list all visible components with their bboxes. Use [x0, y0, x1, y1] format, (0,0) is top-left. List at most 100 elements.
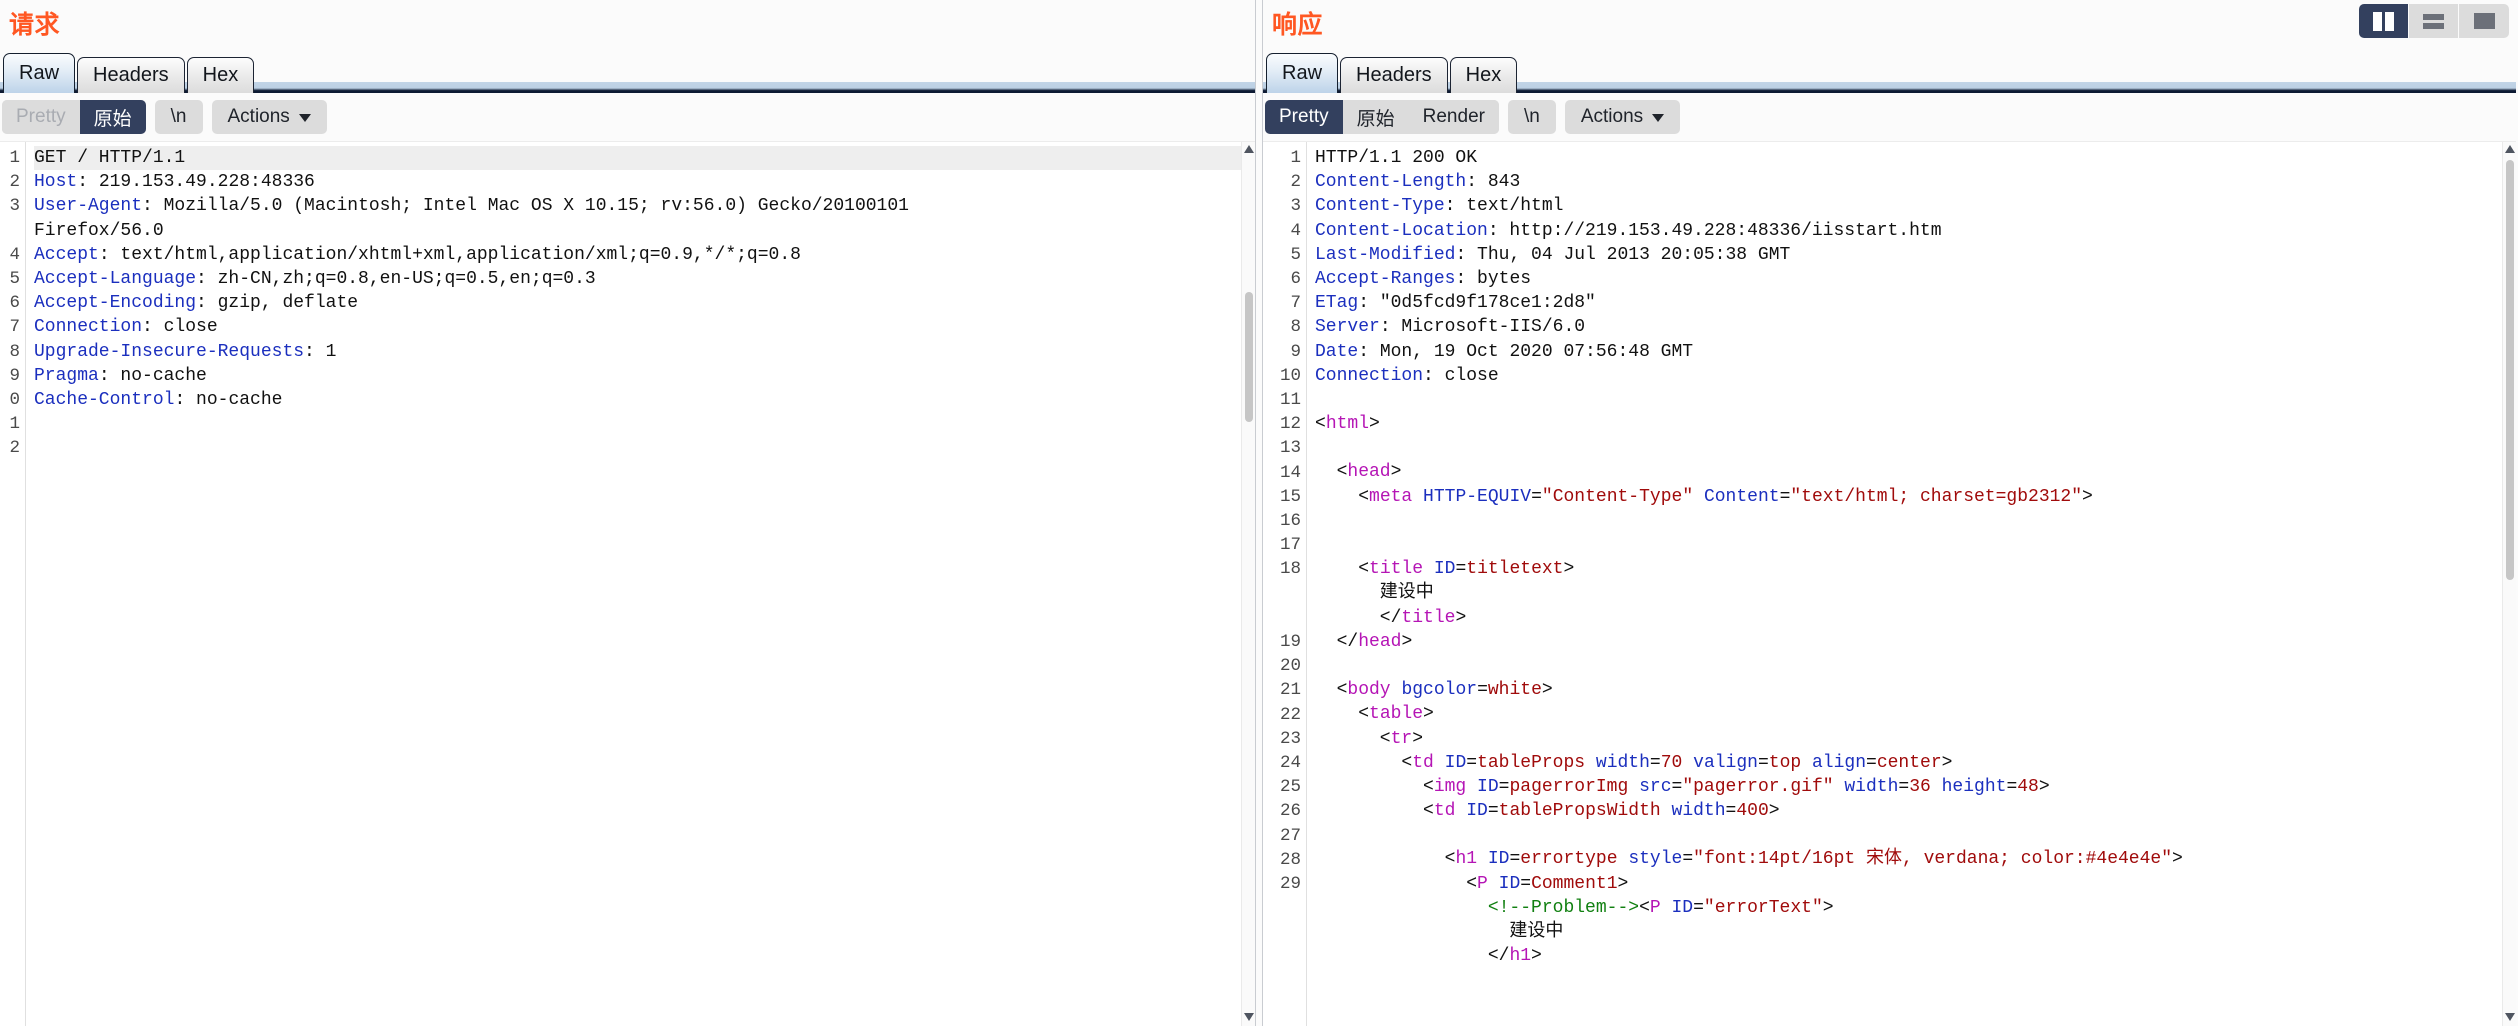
request-editor[interactable]: 123 456789012 GET / HTTP/1.1 Host: 219.15… — [0, 141, 1255, 1026]
line-number: 9 — [1290, 341, 1301, 362]
code-token-tag: html — [1325, 414, 1370, 435]
code-token-attr: style — [1628, 849, 1683, 870]
code-token-tag: tr — [1390, 728, 1413, 749]
line-number — [1265, 606, 1301, 630]
code-line: Server: Microsoft-IIS/6.0 — [1315, 315, 2516, 339]
request-tab-headers[interactable]: Headers — [77, 57, 185, 93]
code-token-hdr: Upgrade-Insecure-Requests — [34, 341, 305, 362]
line-number: 16 — [1279, 511, 1301, 532]
code-token-txt: < — [1315, 873, 1478, 894]
line-number — [1265, 896, 1301, 920]
code-token-txt: : text/html,application/xhtml+xml,applic… — [98, 244, 801, 265]
response-newline-button[interactable]: \n — [1507, 100, 1556, 134]
code-token-txt: = — [1466, 752, 1478, 773]
scroll-up-icon[interactable] — [1244, 145, 1254, 155]
code-token-txt: 建设中 — [1315, 922, 1564, 942]
code-token-txt: = — [1531, 486, 1542, 507]
code-line: </h1> — [1315, 944, 2516, 968]
code-token-tag: td — [1412, 752, 1434, 773]
code-token-txt: > — [2038, 776, 2050, 797]
code-line: Upgrade-Insecure-Requests: 1 — [34, 340, 1255, 364]
line-number: 4 — [1290, 220, 1301, 241]
code-token-val: 400 — [1736, 801, 1769, 822]
line-number: 5 — [9, 269, 20, 290]
code-token-txt: > — [1563, 559, 1575, 580]
vertical-split-icon — [2373, 11, 2394, 31]
response-tab-headers[interactable]: Headers — [1340, 57, 1448, 93]
response-scroll-thumb[interactable] — [2506, 160, 2514, 580]
code-token-txt: : Mozilla/5.0 (Macintosh; Intel Mac OS X… — [142, 196, 909, 217]
code-token-txt: : no-cache — [174, 389, 283, 410]
request-view-toolbar: Pretty 原始 \n Actions — [0, 93, 1255, 141]
code-token-attr: Content — [1703, 486, 1780, 507]
scroll-up-icon[interactable] — [2505, 145, 2515, 155]
code-line: Connection: close — [34, 315, 1255, 339]
line-number: 14 — [1279, 462, 1301, 483]
code-token-txt: : "0d5fcd9f178ce1:2d8" — [1358, 293, 1596, 314]
chevron-down-icon — [1652, 114, 1665, 122]
code-token-txt: < — [1315, 559, 1370, 580]
code-line: Connection: close — [1315, 364, 2516, 388]
line-number: 2 — [1290, 172, 1301, 193]
request-view-mode-1[interactable]: 原始 — [79, 100, 146, 134]
response-view-mode-0[interactable]: Pretty — [1265, 100, 1343, 134]
line-number: 9 — [9, 365, 20, 386]
response-view-mode-2[interactable]: Render — [1408, 100, 1499, 134]
request-actions-button[interactable]: Actions — [211, 100, 327, 134]
code-token-txt: > — [1531, 946, 1542, 967]
line-number: 1 — [9, 148, 20, 168]
code-line: <td ID=tableProps width=70 valign=top al… — [1315, 751, 2516, 775]
code-line: <td ID=tablePropsWidth width=400> — [1315, 799, 2516, 823]
line-number: 4 — [9, 244, 20, 265]
request-raw-text[interactable]: GET / HTTP/1.1 Host: 219.153.49.228:48336… — [26, 142, 1255, 1026]
line-number — [1265, 582, 1301, 606]
request-tab-hex[interactable]: Hex — [186, 57, 255, 93]
scroll-down-icon[interactable] — [2505, 1013, 2515, 1023]
line-number: 18 — [1279, 559, 1301, 580]
code-token-val: center — [1876, 752, 1942, 773]
code-token-tag: title — [1369, 559, 1424, 580]
code-token-txt: > — [2082, 486, 2093, 507]
code-token-attr: ID — [1444, 752, 1467, 773]
request-vertical-scrollbar[interactable] — [1241, 142, 1255, 1026]
line-number: 5 — [1290, 244, 1301, 265]
code-token-txt: = — [1487, 801, 1499, 822]
code-line: Content-Length: 843 — [1315, 170, 2516, 194]
response-editor[interactable]: 1 2 3 4 5 6 7 8 9 10 11 12 13 14 15 16 17 18 19 20 21 22 23 24… — [1263, 141, 2516, 1026]
request-tab-raw[interactable]: Raw — [3, 53, 76, 93]
line-number: 0 — [9, 390, 20, 411]
line-number: 12 — [1279, 414, 1301, 435]
response-actions-button[interactable]: Actions — [1564, 100, 1681, 134]
response-tab-hex[interactable]: Hex — [1449, 57, 1518, 93]
code-token-attr: ID — [1466, 801, 1488, 822]
code-line: Date: Mon, 19 Oct 2020 07:56:48 GMT — [1315, 340, 2516, 364]
code-token-txt: > — [1390, 462, 1402, 483]
scroll-down-icon[interactable] — [1244, 1013, 1254, 1023]
line-number: 26 — [1279, 801, 1301, 822]
line-number: 6 — [1290, 269, 1301, 290]
request-scroll-thumb[interactable] — [1245, 292, 1253, 422]
code-token-hdr: Accept-Encoding — [34, 293, 197, 314]
response-newline-label: \n — [1523, 106, 1540, 127]
code-token-txt: = — [2006, 776, 2018, 797]
code-token-val: errortype — [1520, 849, 1618, 870]
code-line: Content-Type: text/html — [1315, 194, 2516, 218]
panes-vertical-splitter[interactable] — [1255, 0, 1263, 1026]
response-tab-raw[interactable]: Raw — [1266, 53, 1339, 93]
response-pretty-text[interactable]: HTTP/1.1 200 OK Content-Length: 843 Conten… — [1307, 142, 2516, 1026]
vertical-split-button[interactable] — [2359, 4, 2409, 38]
single-pane-button[interactable] — [2459, 4, 2509, 38]
horizontal-split-button[interactable] — [2409, 4, 2459, 38]
request-newline-button[interactable]: \n — [154, 100, 203, 134]
response-view-mode-1[interactable]: 原始 — [1342, 100, 1409, 134]
horizontal-split-icon — [2423, 13, 2444, 29]
response-vertical-scrollbar[interactable] — [2502, 142, 2516, 1026]
